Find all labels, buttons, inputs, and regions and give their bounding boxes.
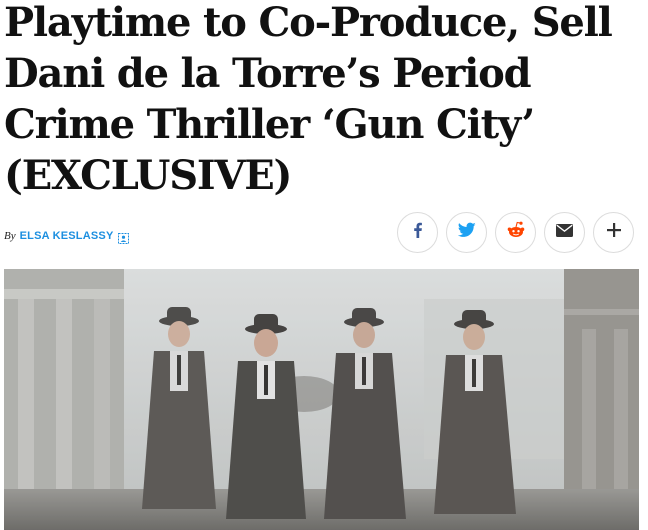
article-headline: Playtime to Co-Produce, Sell Dani de la … <box>4 0 613 199</box>
email-icon <box>556 223 573 242</box>
twitter-icon <box>457 222 476 243</box>
byline: By ELSA KESLASSY <box>4 226 129 246</box>
hero-photo-illustration <box>4 269 639 530</box>
author-link[interactable]: ELSA KESLASSY <box>20 230 114 242</box>
email-share-button[interactable] <box>544 212 585 253</box>
author-profile-icon[interactable] <box>117 231 129 244</box>
twitter-share-button[interactable] <box>446 212 487 253</box>
facebook-share-button[interactable] <box>397 212 438 253</box>
article-page: Playtime to Co-Produce, Sell Dani de la … <box>0 0 648 530</box>
more-share-button[interactable] <box>593 212 634 253</box>
reddit-share-button[interactable] <box>495 212 536 253</box>
plus-icon <box>606 222 622 243</box>
byline-prefix: By <box>4 230 16 242</box>
hero-image <box>4 269 639 530</box>
reddit-icon <box>506 221 526 244</box>
facebook-icon <box>410 222 426 243</box>
share-bar <box>397 212 634 253</box>
